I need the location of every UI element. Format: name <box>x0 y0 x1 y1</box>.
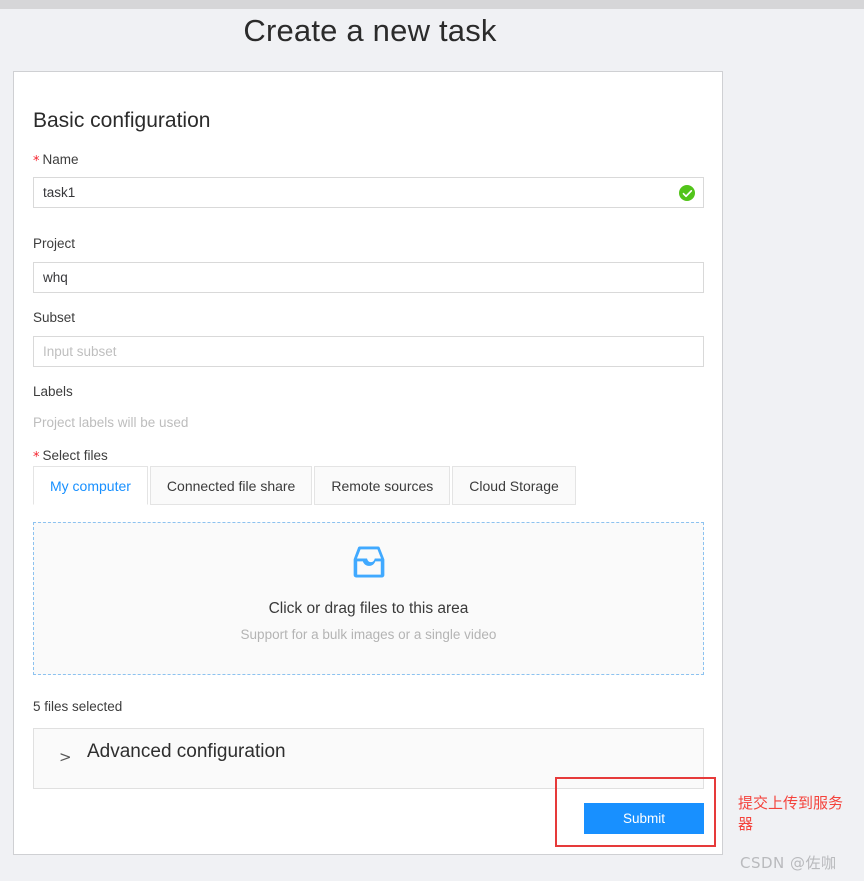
tab-remote-sources[interactable]: Remote sources <box>314 466 451 505</box>
check-circle-icon <box>679 185 695 201</box>
tab-connected-file-share[interactable]: Connected file share <box>149 466 313 505</box>
subset-input[interactable] <box>33 336 704 367</box>
tab-my-computer-label: My computer <box>50 477 131 494</box>
tab-connected-file-share-label: Connected file share <box>166 477 296 494</box>
dropzone-main-text: Click or drag files to this area <box>268 600 469 617</box>
select-files-label: * Select files <box>33 447 108 465</box>
required-asterisk-name: * <box>33 154 40 169</box>
advanced-configuration-panel[interactable]: > Advanced configuration <box>33 728 704 789</box>
required-asterisk-select-files: * <box>33 450 40 465</box>
chevron-right-icon: > <box>59 748 72 766</box>
name-input[interactable] <box>33 177 704 208</box>
file-dropzone[interactable]: Click or drag files to this area Support… <box>33 522 704 675</box>
dropzone-sub-text: Support for a bulk images or a single vi… <box>240 627 497 642</box>
browser-chrome-strip <box>0 0 864 9</box>
labels-field-label: Labels <box>33 384 73 399</box>
submit-button[interactable]: Submit <box>584 803 704 834</box>
tab-remote-sources-label: Remote sources <box>331 477 434 494</box>
files-selected-count: 5 files selected <box>33 699 123 714</box>
tab-my-computer[interactable]: My computer <box>33 466 148 505</box>
advanced-configuration-label: Advanced configuration <box>87 741 286 762</box>
inbox-icon <box>34 541 703 583</box>
name-label-text: Name <box>42 152 79 167</box>
csdn-watermark: CSDN @佐咖 <box>740 854 837 872</box>
annotation-note-text: 提交上传到服务器 <box>738 794 844 833</box>
project-input[interactable] <box>33 262 704 293</box>
section-title-basic-configuration: Basic configuration <box>33 109 211 132</box>
file-source-tabs: My computer Connected file share Remote … <box>33 466 704 505</box>
create-task-card: Basic configuration *Name Project Subset… <box>13 71 723 855</box>
select-files-label-text: Select files <box>42 448 108 463</box>
tab-cloud-storage-label: Cloud Storage <box>469 477 559 494</box>
tab-cloud-storage[interactable]: Cloud Storage <box>452 466 576 505</box>
page-title: Create a new task <box>243 13 497 48</box>
subset-field-label: Subset <box>33 310 76 325</box>
name-field-label: * Name <box>33 151 79 169</box>
project-field-label: Project <box>33 236 76 251</box>
labels-hint-text: Project labels will be used <box>33 415 189 430</box>
